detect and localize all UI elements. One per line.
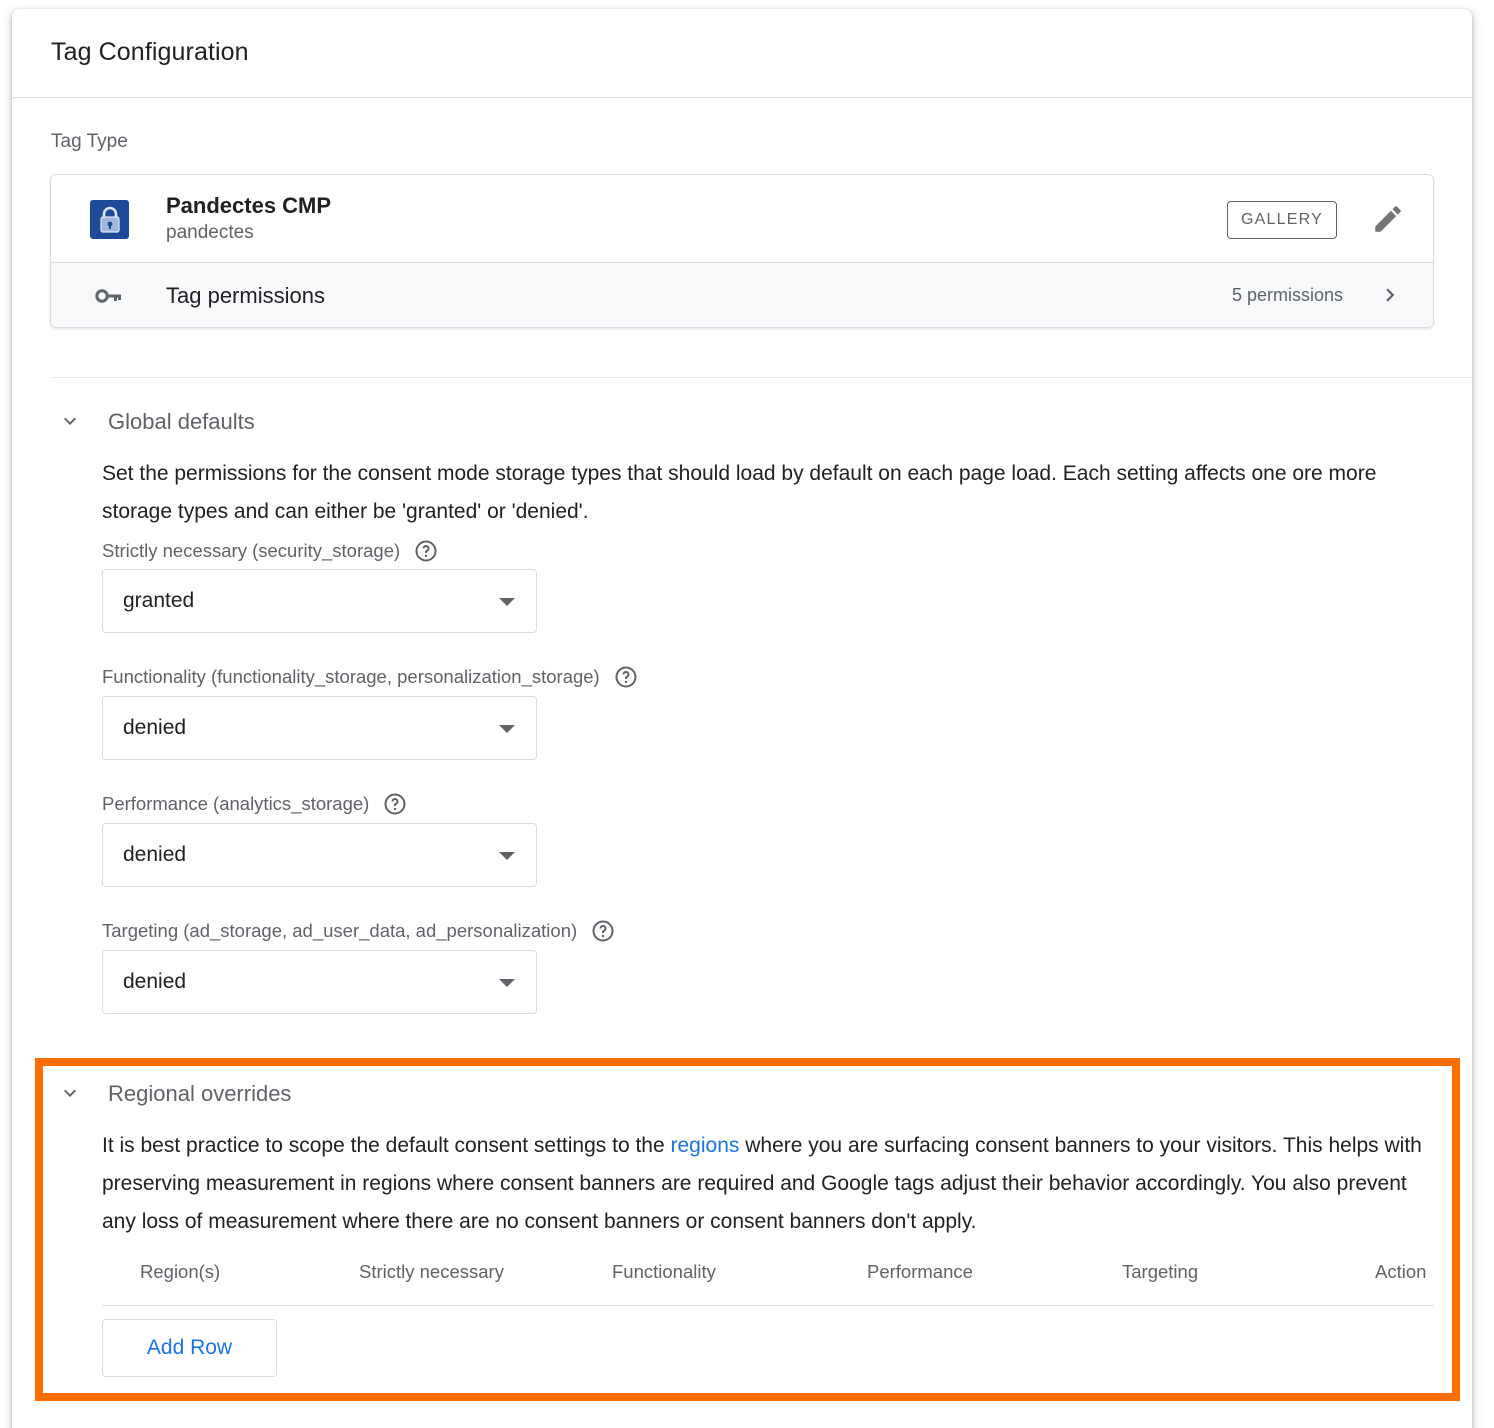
field-label-performance: Performance (analytics_storage) [102,792,407,816]
strictly-necessary-select[interactable]: granted [102,569,537,633]
help-icon[interactable] [414,539,438,563]
field-label-targeting: Targeting (ad_storage, ad_user_data, ad_… [102,919,615,943]
targeting-select[interactable]: denied [102,950,537,1014]
tag-type-box: Pandectes CMP pandectes GALLERY Tag perm… [50,174,1434,328]
tag-name: Pandectes CMP [166,193,332,218]
column-header-functionality: Functionality [612,1261,716,1282]
performance-select[interactable]: denied [102,823,537,887]
select-value: denied [123,843,187,866]
overrides-table-header: Region(s) Strictly necessary Functionali… [102,1261,1434,1305]
field-label-text: Functionality (functionality_storage, pe… [102,666,600,687]
description-text: It is best practice to scope the default… [102,1134,671,1157]
dropdown-arrow-icon [499,725,515,733]
divider [12,97,1472,98]
card-title: Tag Configuration [51,38,249,66]
chevron-down-icon[interactable] [58,409,82,433]
column-header-regions: Region(s) [140,1261,221,1282]
global-defaults-description: Set the permissions for the consent mode… [102,462,1377,523]
tag-permissions-row[interactable]: Tag permissions 5 permissions [51,262,1433,327]
tag-configuration-card: Tag Configuration Tag Type Pandectes CMP… [12,9,1472,1428]
divider [102,1305,1434,1306]
column-header-action: Action [1375,1261,1427,1282]
tag-type-row[interactable]: Pandectes CMP pandectes GALLERY [51,175,1433,262]
column-header-performance: Performance [867,1261,973,1282]
help-icon[interactable] [614,665,638,689]
field-label-strictly-necessary: Strictly necessary (security_storage) [102,539,438,563]
regional-overrides-title[interactable]: Regional overrides [108,1081,291,1107]
column-header-strictly-necessary: Strictly necessary [359,1261,504,1282]
tag-vendor: pandectes [166,222,254,243]
chevron-down-icon[interactable] [58,1081,82,1105]
gallery-badge[interactable]: GALLERY [1227,201,1337,239]
pencil-icon[interactable] [1371,202,1405,236]
regions-link[interactable]: regions [671,1134,740,1157]
select-value: denied [123,716,187,739]
padlock-icon [90,200,129,239]
field-label-functionality: Functionality (functionality_storage, pe… [102,665,638,689]
tag-type-label: Tag Type [51,131,128,152]
functionality-select[interactable]: denied [102,696,537,760]
dropdown-arrow-icon [499,852,515,860]
dropdown-arrow-icon [499,598,515,606]
help-icon[interactable] [591,919,615,943]
select-value: granted [123,589,195,612]
dropdown-arrow-icon [499,979,515,987]
regional-overrides-description: It is best practice to scope the default… [102,1127,1432,1241]
chevron-right-icon [1377,282,1403,308]
key-icon [95,284,123,308]
select-value: denied [123,970,187,993]
add-row-button[interactable]: Add Row [102,1319,277,1377]
column-header-targeting: Targeting [1122,1261,1199,1282]
help-icon[interactable] [383,792,407,816]
tag-permissions-label: Tag permissions [166,283,325,308]
field-label-text: Strictly necessary (security_storage) [102,540,401,561]
field-label-text: Targeting (ad_storage, ad_user_data, ad_… [102,920,578,941]
global-defaults-title[interactable]: Global defaults [108,409,255,435]
divider [50,377,1472,378]
field-label-text: Performance (analytics_storage) [102,793,370,814]
permissions-count: 5 permissions [1231,285,1343,305]
